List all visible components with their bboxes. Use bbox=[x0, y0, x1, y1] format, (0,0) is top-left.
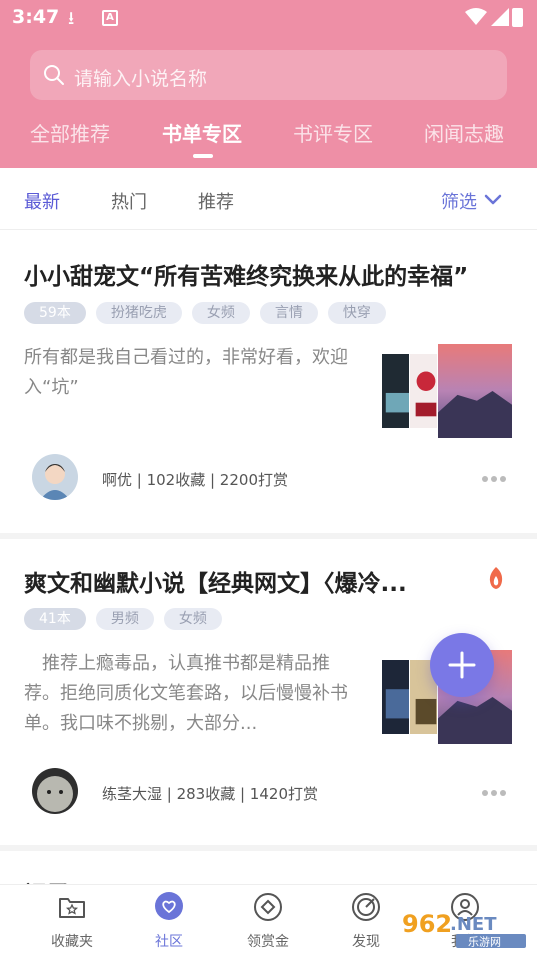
filter-hot[interactable]: 热门 bbox=[111, 188, 147, 214]
svg-text:962: 962 bbox=[402, 910, 452, 938]
tag-book-count: 41本 bbox=[24, 608, 86, 630]
nav-bounty[interactable]: 领赏金 bbox=[228, 891, 308, 953]
tab-all-recommend[interactable]: 全部推荐 bbox=[30, 118, 110, 147]
nav-label: 社区 bbox=[155, 934, 183, 950]
card-description: 所有都是我自己看过的，非常好看，欢迎入“坑” bbox=[24, 347, 348, 398]
nav-favorites[interactable]: 收藏夹 bbox=[32, 891, 112, 953]
more-icon[interactable] bbox=[481, 789, 507, 797]
tab-reviews[interactable]: 书评专区 bbox=[293, 118, 373, 147]
avatar[interactable] bbox=[32, 454, 78, 500]
compass-icon bbox=[352, 893, 380, 921]
folder-star-icon bbox=[59, 898, 85, 918]
download-icon: ⭳ bbox=[68, 8, 75, 29]
book-cover bbox=[437, 343, 513, 439]
card-meta: 啊优 | 102收藏 | 2200打赏 bbox=[102, 471, 288, 489]
chevron-down-icon[interactable] bbox=[481, 188, 505, 212]
status-bar: 3:47 ⭳ A bbox=[0, 0, 537, 36]
tab-indicator bbox=[193, 154, 213, 158]
search-placeholder: 请输入小说名称 bbox=[74, 68, 208, 90]
signal-icon bbox=[491, 8, 509, 26]
tag: 男频 bbox=[95, 608, 154, 630]
diamond-icon bbox=[254, 893, 282, 921]
top-header: 3:47 ⭳ A 请输入小说名称 全部推荐 书单专区 书评专区 闲闻志趣 bbox=[0, 0, 537, 168]
search-icon bbox=[44, 65, 64, 85]
status-time: 3:47 bbox=[12, 6, 60, 28]
tag: 扮猪吃虎 bbox=[95, 302, 182, 324]
booklist-card[interactable]: 小小甜宠文“所有苦难终究换来从此的幸福” 59本 扮猪吃虎 女频 言情 快穿 所… bbox=[0, 231, 537, 533]
nav-label: 收藏夹 bbox=[51, 934, 93, 950]
card-title: 记录 bbox=[24, 875, 504, 884]
search-input[interactable]: 请输入小说名称 bbox=[30, 50, 507, 100]
create-booklist-button[interactable] bbox=[430, 633, 494, 697]
card-meta: 练茎大湿 | 283收藏 | 1420打赏 bbox=[102, 785, 318, 803]
wifi-icon bbox=[465, 8, 487, 25]
tag: 快穿 bbox=[327, 302, 386, 324]
card-title: 小小甜宠文“所有苦难终究换来从此的幸福” bbox=[24, 264, 469, 290]
tag-list: 41本 男频 女频 bbox=[24, 608, 222, 632]
tag: 女频 bbox=[191, 302, 250, 324]
tab-gossip[interactable]: 闲闻志趣 bbox=[424, 118, 504, 147]
tag: 言情 bbox=[259, 302, 318, 324]
tab-booklist[interactable]: 书单专区 bbox=[162, 118, 242, 147]
tag-list: 59本 扮猪吃虎 女频 言情 快穿 bbox=[24, 302, 386, 326]
filter-latest[interactable]: 最新 bbox=[24, 188, 60, 214]
book-covers bbox=[381, 343, 513, 439]
watermark-logo: 962 .NET 乐游网 bbox=[402, 910, 526, 949]
category-tabs: 全部推荐 书单专区 书评专区 闲闻志趣 bbox=[0, 118, 537, 158]
filter-select-button[interactable]: 筛选 bbox=[441, 188, 477, 214]
tag-book-count: 59本 bbox=[24, 302, 86, 324]
hot-icon bbox=[489, 567, 503, 589]
filter-bar: 最新 热门 推荐 筛选 bbox=[0, 168, 537, 230]
avatar[interactable] bbox=[32, 768, 78, 814]
booklist-card[interactable]: 记录 bbox=[0, 851, 537, 884]
svg-text:.NET: .NET bbox=[450, 914, 497, 935]
chat-heart-icon bbox=[155, 892, 183, 920]
nav-community[interactable]: 社区 bbox=[129, 891, 209, 953]
more-icon[interactable] bbox=[481, 475, 507, 483]
battery-icon bbox=[512, 8, 523, 27]
svg-text:乐游网: 乐游网 bbox=[468, 936, 501, 949]
tag: 女频 bbox=[163, 608, 222, 630]
nav-label: 领赏金 bbox=[247, 934, 289, 950]
nav-label: 发现 bbox=[352, 934, 380, 950]
filter-recommended[interactable]: 推荐 bbox=[198, 188, 234, 214]
plus-icon bbox=[448, 651, 476, 679]
card-title: 爽文和幽默小说【经典网文】〈爆冷... bbox=[24, 571, 407, 597]
card-description: 推荐上瘾毒品，认真推书都是精品推荐。拒绝同质化文笔套路，以后慢慢补书单。我口味不… bbox=[24, 653, 348, 734]
nav-discover[interactable]: 发现 bbox=[326, 891, 406, 953]
a-notification-icon: A bbox=[102, 10, 118, 26]
